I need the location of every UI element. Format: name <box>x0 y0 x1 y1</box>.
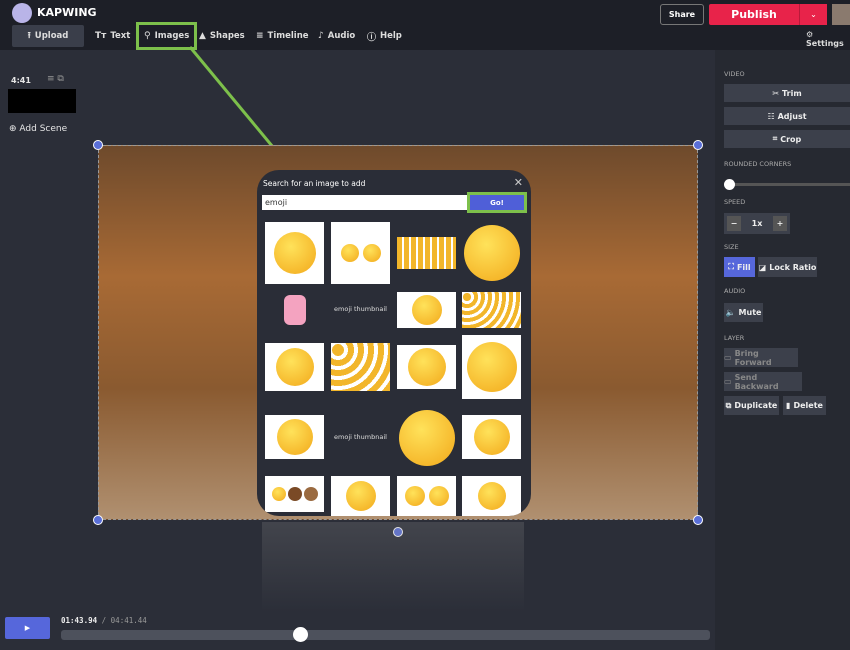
image-result[interactable] <box>331 222 390 284</box>
speaker-icon: 🔈 <box>725 308 736 317</box>
image-search-input[interactable] <box>262 195 470 210</box>
modal-title: Search for an image to add <box>263 179 366 188</box>
modal-reflection <box>262 522 524 612</box>
image-result[interactable] <box>397 476 456 516</box>
image-result[interactable] <box>397 345 456 389</box>
crop-icon: ⌗ <box>772 134 778 143</box>
bring-forward-icon: ▭ <box>724 353 732 362</box>
image-result[interactable] <box>331 476 390 516</box>
bring-forward-button[interactable]: ▭ Bring Forward <box>724 348 798 367</box>
send-backward-button[interactable]: ▭ Send Backward <box>724 372 802 391</box>
go-button[interactable]: Go! <box>467 192 527 213</box>
resize-handle-tl[interactable] <box>93 140 103 150</box>
resize-handle-br[interactable] <box>693 515 703 525</box>
sliders-icon: ☷ <box>767 111 775 121</box>
image-result[interactable] <box>331 343 390 391</box>
delete-button[interactable]: ▮ Delete <box>783 396 826 415</box>
duplicate-button[interactable]: ⧉ Duplicate <box>724 396 779 415</box>
image-result[interactable] <box>265 415 324 459</box>
image-result[interactable] <box>462 335 521 399</box>
crop-button[interactable]: ⌗ Crop <box>724 130 850 148</box>
image-result-broken[interactable]: emoji thumbnail <box>331 428 390 446</box>
decrease-speed-button[interactable]: − <box>727 216 741 231</box>
layer-label: LAYER <box>724 334 745 342</box>
rounded-corners-label: ROUNDED CORNERS <box>724 160 792 168</box>
duplicate-icon: ⧉ <box>725 400 732 410</box>
image-result[interactable] <box>462 220 521 286</box>
increase-speed-button[interactable]: + <box>772 216 787 231</box>
timecode: 01:43.94 / 04:41.44 <box>61 616 147 625</box>
resize-handle-tr[interactable] <box>693 140 703 150</box>
rounded-corners-slider[interactable] <box>728 183 850 186</box>
close-icon[interactable]: ✕ <box>514 176 523 189</box>
image-result[interactable] <box>265 476 324 512</box>
image-result[interactable] <box>462 476 521 516</box>
scissors-icon: ✂ <box>772 88 780 98</box>
image-result[interactable] <box>397 408 456 468</box>
image-result[interactable] <box>265 292 324 328</box>
send-backward-icon: ▭ <box>724 377 732 386</box>
rounded-corners-knob[interactable] <box>724 179 735 190</box>
adjust-button[interactable]: ☷ Adjust <box>724 107 850 125</box>
resize-handle-bl[interactable] <box>93 515 103 525</box>
play-button[interactable]: ▶ <box>5 617 50 639</box>
lock-ratio-button[interactable]: ◪ Lock Ratio <box>758 257 817 277</box>
play-icon: ▶ <box>24 624 31 632</box>
image-result[interactable] <box>397 237 456 269</box>
speed-label: SPEED <box>724 198 746 206</box>
trim-button[interactable]: ✂ Trim <box>724 84 850 102</box>
image-result-broken[interactable]: emoji thumbnail <box>331 300 390 318</box>
speed-stepper: − 1x + <box>724 213 790 234</box>
video-section-label: VIDEO <box>724 70 745 78</box>
timeline-scrubber[interactable] <box>61 630 710 640</box>
fill-button[interactable]: ⛶ Fill <box>724 257 755 277</box>
lock-ratio-icon: ◪ <box>758 262 767 272</box>
size-label: SIZE <box>724 243 739 251</box>
image-result[interactable] <box>397 292 456 328</box>
expand-icon: ⛶ <box>728 262 734 271</box>
image-result[interactable] <box>265 343 324 391</box>
audio-label: AUDIO <box>724 287 746 295</box>
mute-button[interactable]: 🔈 Mute <box>724 303 763 322</box>
image-result[interactable] <box>462 292 521 328</box>
image-result[interactable] <box>265 222 324 284</box>
trash-icon: ▮ <box>786 401 791 410</box>
image-search-modal: Search for an image to add ✕ Go! emoji t… <box>257 170 531 516</box>
image-result[interactable] <box>462 415 521 459</box>
